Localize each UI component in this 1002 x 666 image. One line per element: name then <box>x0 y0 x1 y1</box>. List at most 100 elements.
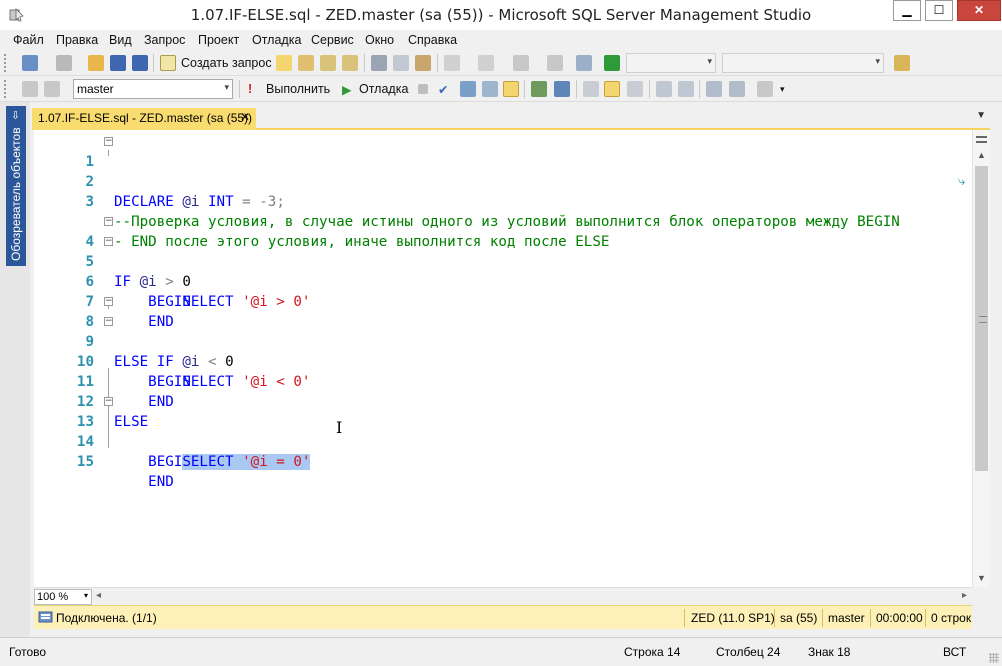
collapse-icon[interactable]: − <box>104 217 113 226</box>
tab-dropdown-icon[interactable]: ▼ <box>976 110 986 121</box>
menu-help[interactable]: Справка <box>408 33 457 47</box>
cancel-query-icon[interactable] <box>418 84 428 94</box>
comment-lines-icon[interactable] <box>656 81 672 97</box>
intellisense-icon[interactable] <box>503 81 519 97</box>
scroll-thumb[interactable] <box>975 166 988 471</box>
code-line-3-wrapped[interactable]: - END после этого условия, иначе выполни… <box>34 192 972 250</box>
tab-close-icon[interactable]: ✕ <box>240 110 250 124</box>
minimize-button[interactable]: ▁ <box>893 0 921 21</box>
code-line-12[interactable]: 12 ELSE <box>34 372 972 430</box>
code-line-7[interactable]: 7 END <box>34 272 972 330</box>
editor-vertical-scrollbar[interactable]: ▲ ▼ <box>972 130 990 587</box>
app-status-bar: Готово Строка 14 Столбец 24 Знак 18 ВСТ <box>0 637 1002 666</box>
redo-icon[interactable] <box>478 55 494 71</box>
toolbar-grip[interactable] <box>4 80 8 98</box>
execute-icon[interactable]: ! <box>248 82 252 96</box>
toolbar-overflow-icon[interactable]: ▾ <box>780 84 785 95</box>
code-line-11[interactable]: 11 END <box>34 352 972 410</box>
menu-view[interactable]: Вид <box>109 33 132 47</box>
debug-button[interactable]: Отладка <box>359 82 408 96</box>
resize-grip-icon[interactable] <box>989 653 999 663</box>
solution-platform-combo[interactable]: ▾ <box>722 53 884 73</box>
code-line-1[interactable]: 1 − DECLARE @i INT = -3; <box>34 132 972 211</box>
pin-icon[interactable]: ⇩ <box>9 110 22 123</box>
navigate-forward-icon[interactable] <box>547 55 563 71</box>
scroll-down-icon[interactable]: ▼ <box>977 573 986 583</box>
db-engine-query-icon[interactable] <box>276 55 292 71</box>
scroll-left-icon[interactable]: ◂ <box>96 590 101 601</box>
start-debug-icon[interactable] <box>604 55 620 71</box>
collapse-icon[interactable]: − <box>104 317 113 326</box>
properties-icon[interactable] <box>894 55 910 71</box>
sql-editor-toolbar: master ▾ ! Выполнить ▶ Отладка ✔ ▾ <box>0 76 1002 102</box>
menu-query[interactable]: Запрос <box>144 33 185 47</box>
toolbar-grip[interactable] <box>4 54 8 72</box>
object-explorer-tab[interactable]: ⇩ Обозреватель объектов <box>6 106 26 266</box>
collapse-icon[interactable]: − <box>104 237 113 246</box>
elapsed-time: 00:00:00 <box>876 611 923 625</box>
code-line-9[interactable]: 9 − BEGIN <box>34 312 972 391</box>
xmla-query-icon[interactable] <box>342 55 358 71</box>
code-line-5[interactable]: 5 − BEGIN <box>34 232 972 311</box>
client-statistics-icon[interactable] <box>554 81 570 97</box>
undo-icon[interactable] <box>444 55 460 71</box>
menu-debug[interactable]: Отладка <box>252 33 301 47</box>
cut-icon[interactable] <box>371 55 387 71</box>
include-actual-plan-icon[interactable] <box>531 81 547 97</box>
results-to-grid-icon[interactable] <box>604 81 620 97</box>
decrease-indent-icon[interactable] <box>706 81 722 97</box>
results-to-text-icon[interactable] <box>583 81 599 97</box>
database-select[interactable]: master ▾ <box>73 79 233 99</box>
debug-play-icon[interactable]: ▶ <box>342 82 352 97</box>
add-item-icon[interactable] <box>56 55 72 71</box>
results-to-file-icon[interactable] <box>627 81 643 97</box>
paste-icon[interactable] <box>415 55 431 71</box>
maximize-button[interactable]: ☐ <box>925 0 953 21</box>
scroll-up-icon[interactable]: ▲ <box>977 150 986 160</box>
save-all-icon[interactable] <box>132 55 148 71</box>
new-query-icon[interactable] <box>160 55 176 71</box>
display-estimated-plan-icon[interactable] <box>460 81 476 97</box>
code-line-8[interactable]: 8 − ELSE IF @i < 0 <box>34 292 972 371</box>
collapse-icon[interactable]: − <box>104 397 113 406</box>
parse-check-icon[interactable]: ✔ <box>438 82 448 97</box>
close-button[interactable]: ✕ <box>957 0 1001 21</box>
code-line-15[interactable]: 15 END <box>34 432 972 490</box>
activity-monitor-icon[interactable] <box>576 55 592 71</box>
code-line-3[interactable]: 3 --Проверка условия, в случае истины од… <box>34 172 972 230</box>
menu-edit[interactable]: Правка <box>56 33 98 47</box>
open-file-icon[interactable] <box>88 55 104 71</box>
scroll-right-icon[interactable]: ▸ <box>962 590 967 601</box>
mdx-query-icon[interactable] <box>298 55 314 71</box>
menu-window[interactable]: Окно <box>365 33 394 47</box>
navigate-backward-icon[interactable] <box>513 55 529 71</box>
save-icon[interactable] <box>110 55 126 71</box>
menu-project[interactable]: Проект <box>198 33 239 47</box>
code-line-6[interactable]: 6 SELECT '@i > 0' <box>34 252 972 310</box>
increase-indent-icon[interactable] <box>729 81 745 97</box>
code-line-4[interactable]: 4 − IF @i > 0 <box>34 212 972 291</box>
zoom-select[interactable]: 100 % ▾ <box>34 589 92 605</box>
collapse-icon[interactable]: − <box>104 137 113 146</box>
connect-icon[interactable] <box>22 81 38 97</box>
execute-button[interactable]: Выполнить <box>266 82 330 96</box>
query-options-icon[interactable] <box>482 81 498 97</box>
new-project-icon[interactable] <box>22 55 38 71</box>
code-line-2[interactable]: 2 <box>34 152 972 190</box>
menu-tools[interactable]: Сервис <box>311 33 354 47</box>
copy-icon[interactable] <box>393 55 409 71</box>
code-line-14[interactable]: 14 SELECT '@i = 0' <box>34 412 972 470</box>
uncomment-lines-icon[interactable] <box>678 81 694 97</box>
code-line-10[interactable]: 10 SELECT '@i < 0' <box>34 332 972 390</box>
collapse-icon[interactable]: − <box>104 297 113 306</box>
dmx-query-icon[interactable] <box>320 55 336 71</box>
change-connection-icon[interactable] <box>44 81 60 97</box>
solution-config-combo[interactable]: ▾ <box>626 53 716 73</box>
menu-file[interactable]: Файл <box>13 33 44 47</box>
split-handle-icon[interactable] <box>976 136 987 143</box>
tab-query-document[interactable]: 1.07.IF-ELSE.sql - ZED.master (sa (55)) … <box>32 108 256 130</box>
specify-template-values-icon[interactable] <box>757 81 773 97</box>
sql-editor[interactable]: 1 − DECLARE @i INT = -3; 2 3 --Проверка … <box>34 130 972 587</box>
code-line-13[interactable]: 13 − BEGIN <box>34 392 972 471</box>
new-query-button[interactable]: Создать запрос <box>181 56 272 70</box>
